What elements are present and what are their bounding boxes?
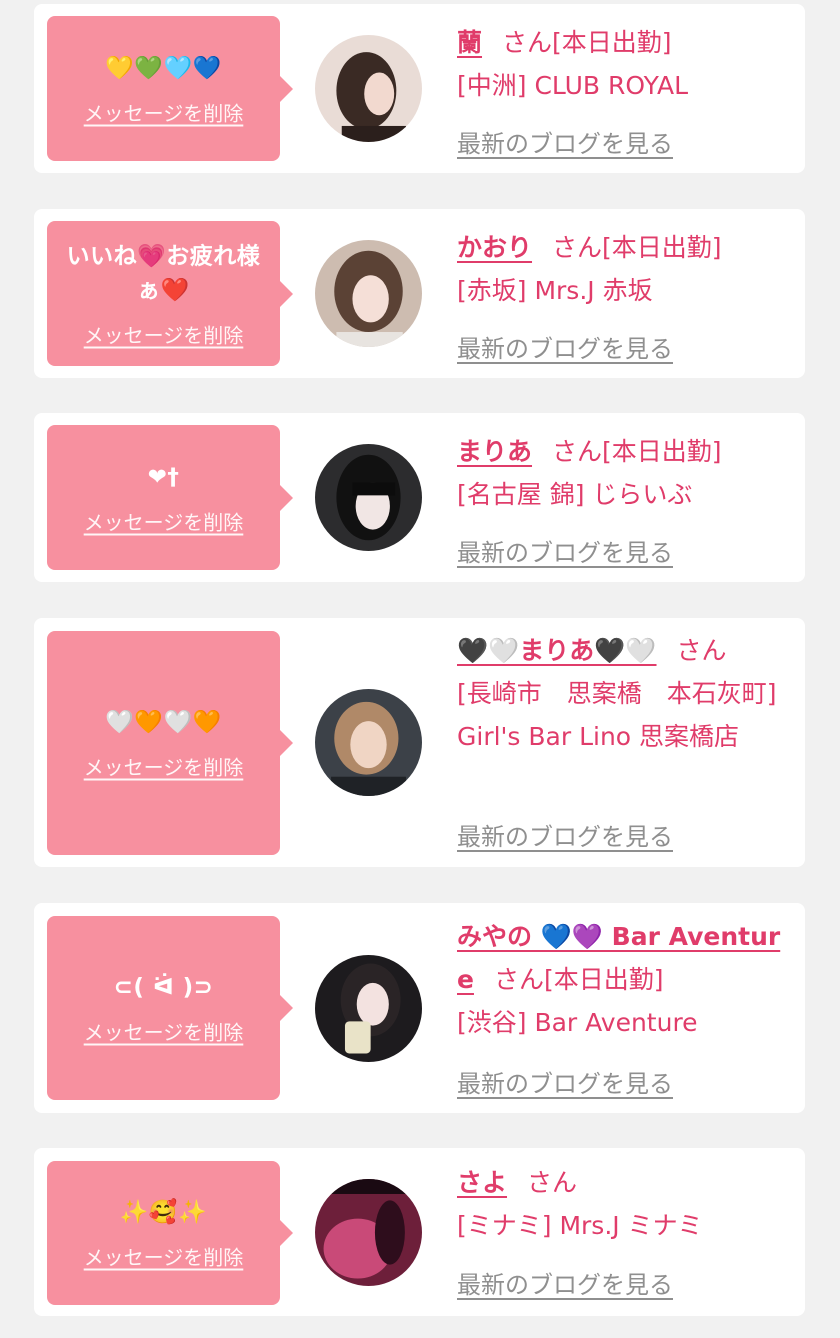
honorific: さん — [493, 965, 544, 994]
message-text: ✨🥰✨ — [119, 1199, 208, 1226]
profile-name-link[interactable]: 🖤🤍まりあ🖤🤍 — [457, 636, 657, 665]
honorific: さん — [552, 233, 603, 262]
profile-info: さよ さん [ミナミ] Mrs.J ミナミ — [457, 1161, 792, 1247]
profile-name-link[interactable]: 蘭 — [457, 28, 482, 57]
message-text: ❤︎† — [147, 464, 180, 490]
shop-name: [ミナミ] Mrs.J ミナミ — [457, 1211, 703, 1240]
message-text: 🤍🧡🤍🧡 — [105, 709, 222, 736]
delete-message-link[interactable]: メッセージを削除 — [84, 1017, 244, 1046]
honorific: さん — [676, 636, 727, 665]
message-text: ⊂( ᐛ )⊃ — [113, 974, 214, 1001]
avatar[interactable] — [315, 35, 422, 142]
profile-info: 蘭さん[本日出勤] [中洲] CLUB ROYAL — [457, 21, 792, 107]
profile-info: 🖤🤍まりあ🖤🤍 さん [長崎市 思案橋 本石灰町] Girl's Bar Lino… — [457, 629, 792, 758]
message-bubble: 🤍🧡🤍🧡 メッセージを削除 — [47, 631, 293, 855]
message-card: 💛💚🩵💙 メッセージを削除 蘭さん[本日出勤] [中洲] CLUB ROYAL … — [34, 4, 805, 173]
delete-message-link[interactable]: メッセージを削除 — [84, 1242, 244, 1271]
latest-blog-link[interactable]: 最新のブログを見る — [457, 1064, 673, 1099]
honorific: さん — [527, 1168, 578, 1197]
shop-name: [名古屋 錦] じらいぶ — [457, 480, 693, 509]
message-card: ⊂( ᐛ )⊃ メッセージを削除 みやの 💙💜 Bar Aventure さん[本… — [34, 903, 805, 1113]
message-bubble: いいね💗お疲れ様ぁ❤️ メッセージを削除 — [47, 221, 293, 366]
profile-info: みやの 💙💜 Bar Aventure さん[本日出勤] [渋谷] Bar Ave… — [457, 915, 792, 1044]
profile-name-link[interactable]: かおり — [457, 233, 532, 262]
avatar[interactable] — [315, 240, 422, 347]
avatar-photo — [315, 35, 422, 142]
attendance-status: [本日出勤] — [602, 437, 722, 466]
profile-info: まりあ さん[本日出勤] [名古屋 錦] じらいぶ — [457, 430, 792, 516]
message-bubble: ✨🥰✨ メッセージを削除 — [47, 1161, 293, 1305]
shop-name: [中洲] CLUB ROYAL — [457, 71, 689, 100]
message-text: 💛💚🩵💙 — [105, 55, 222, 81]
attendance-status: [本日出勤] — [543, 965, 664, 994]
honorific: さん — [502, 28, 553, 57]
shop-name: [赤坂] Mrs.J 赤坂 — [457, 276, 653, 305]
avatar[interactable] — [315, 444, 422, 551]
avatar[interactable] — [315, 955, 422, 1062]
avatar-photo — [315, 689, 422, 796]
latest-blog-link[interactable]: 最新のブログを見る — [457, 533, 673, 568]
delete-message-link[interactable]: メッセージを削除 — [84, 319, 244, 348]
delete-message-link[interactable]: メッセージを削除 — [84, 97, 244, 126]
profile-name-link[interactable]: まりあ — [457, 437, 532, 466]
latest-blog-link[interactable]: 最新のブログを見る — [457, 329, 673, 364]
attendance-status: [本日出勤] — [602, 233, 722, 262]
delete-message-link[interactable]: メッセージを削除 — [84, 506, 244, 535]
latest-blog-link[interactable]: 最新のブログを見る — [457, 1265, 673, 1300]
message-bubble: 💛💚🩵💙 メッセージを削除 — [47, 16, 293, 161]
profile-name-link[interactable]: さよ — [457, 1168, 507, 1197]
avatar-photo — [315, 240, 422, 347]
message-bubble: ❤︎† メッセージを削除 — [47, 425, 293, 570]
profile-info: かおり さん[本日出勤] [赤坂] Mrs.J 赤坂 — [457, 226, 792, 312]
honorific: さん — [552, 437, 603, 466]
latest-blog-link[interactable]: 最新のブログを見る — [457, 817, 673, 852]
avatar-photo — [315, 955, 422, 1062]
message-card: いいね💗お疲れ様ぁ❤️ メッセージを削除 かおり さん[本日出勤] [赤坂] Mr… — [34, 209, 805, 378]
shop-name: [渋谷] Bar Aventure — [457, 1008, 698, 1037]
message-card: 🤍🧡🤍🧡 メッセージを削除 🖤🤍まりあ🖤🤍 さん [長崎市 思案橋 本石灰町] G… — [34, 618, 805, 867]
avatar[interactable] — [315, 689, 422, 796]
message-bubble: ⊂( ᐛ )⊃ メッセージを削除 — [47, 916, 293, 1100]
avatar-photo — [315, 444, 422, 551]
message-card: ✨🥰✨ メッセージを削除 さよ さん [ミナミ] Mrs.J ミナミ 最新のブログ… — [34, 1148, 805, 1316]
attendance-status: [本日出勤] — [552, 28, 672, 57]
avatar[interactable] — [315, 1179, 422, 1286]
shop-name: [長崎市 思案橋 本石灰町] Girl's Bar Lino 思案橋店 — [457, 679, 777, 751]
message-card: ❤︎† メッセージを削除 まりあ さん[本日出勤] [名古屋 錦] じらいぶ 最新… — [34, 413, 805, 582]
latest-blog-link[interactable]: 最新のブログを見る — [457, 124, 673, 159]
avatar-photo — [315, 1179, 422, 1286]
message-text: いいね💗お疲れ様ぁ❤️ — [66, 243, 261, 303]
delete-message-link[interactable]: メッセージを削除 — [84, 752, 244, 781]
